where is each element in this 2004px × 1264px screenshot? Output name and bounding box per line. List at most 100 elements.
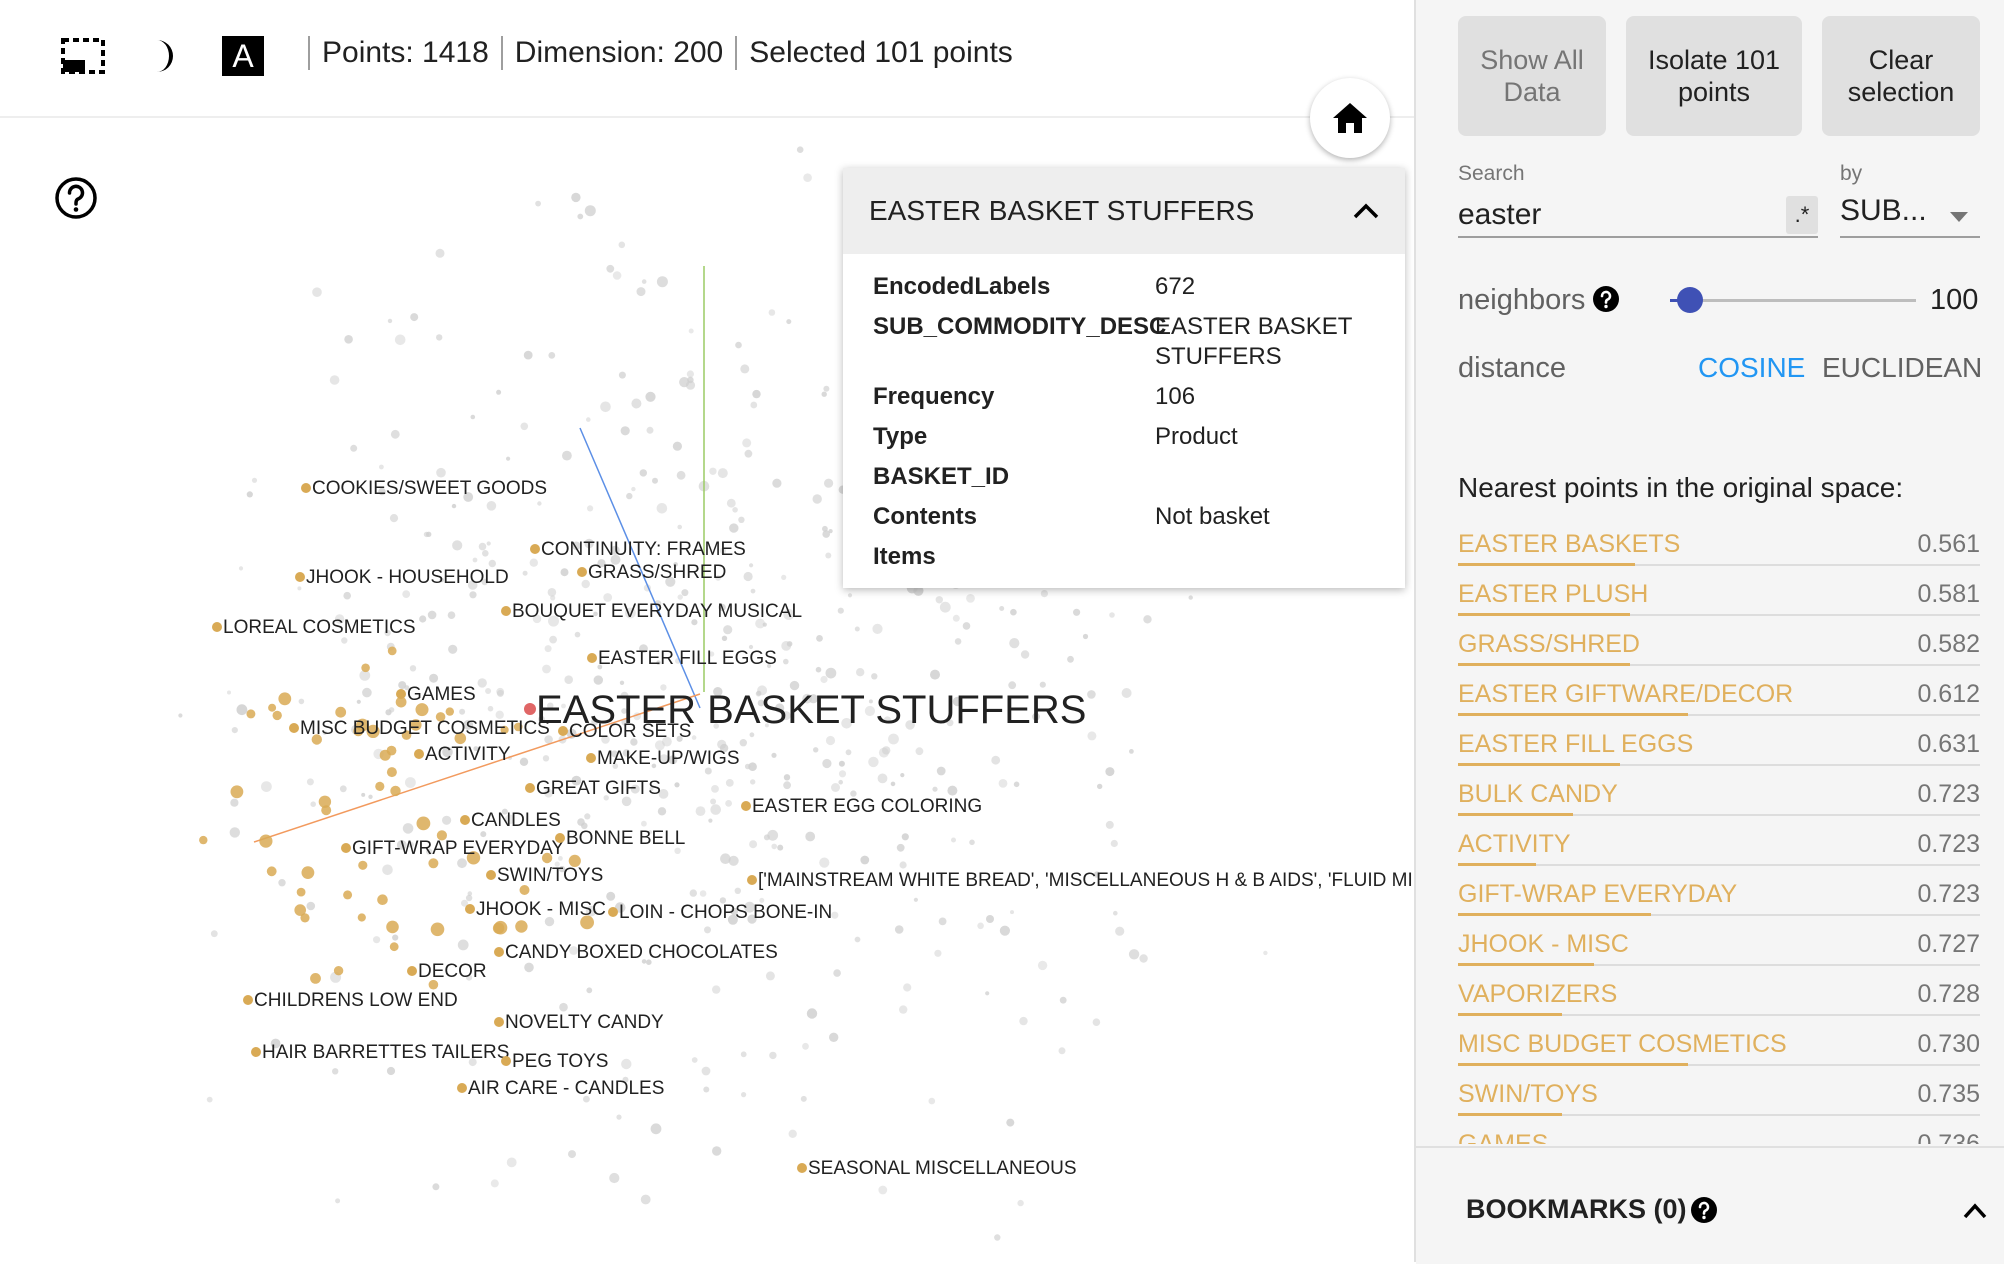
nearest-point-item[interactable]: GAMES 0.736 bbox=[1458, 1122, 1980, 1144]
nearest-point-label[interactable]: BULK CANDY bbox=[1458, 780, 1618, 809]
selected-point[interactable] bbox=[389, 942, 399, 952]
labelled-point[interactable] bbox=[396, 689, 406, 699]
clear-selection-button[interactable]: Clear selection bbox=[1822, 16, 1980, 136]
selected-point[interactable] bbox=[445, 707, 454, 716]
nearest-point-item[interactable]: JHOOK - MISC 0.727 bbox=[1458, 922, 1980, 972]
selected-point[interactable] bbox=[333, 966, 344, 976]
labelled-point[interactable] bbox=[741, 801, 751, 811]
search-by-select[interactable]: SUB... bbox=[1840, 194, 1980, 238]
labelled-point[interactable] bbox=[525, 783, 535, 793]
labelled-point[interactable] bbox=[797, 1163, 807, 1173]
selected-point[interactable] bbox=[343, 890, 353, 900]
nearest-point-label[interactable]: EASTER PLUSH bbox=[1458, 580, 1648, 609]
labelled-point[interactable] bbox=[407, 966, 417, 976]
selected-point[interactable] bbox=[259, 834, 273, 848]
nearest-point-label[interactable]: JHOOK - MISC bbox=[1458, 930, 1629, 959]
labelled-point[interactable] bbox=[251, 1047, 261, 1057]
selected-point[interactable] bbox=[296, 887, 306, 897]
selected-point[interactable] bbox=[515, 920, 528, 933]
help-icon[interactable] bbox=[54, 176, 98, 220]
search-input[interactable] bbox=[1458, 194, 1818, 238]
focus-point[interactable] bbox=[524, 703, 536, 715]
labelled-point[interactable] bbox=[243, 995, 253, 1005]
selected-point[interactable] bbox=[278, 692, 292, 706]
selected-point[interactable] bbox=[300, 913, 310, 923]
isolate-points-button[interactable]: Isolate 101 points bbox=[1626, 16, 1802, 136]
nearest-point-label[interactable]: EASTER BASKETS bbox=[1458, 530, 1680, 559]
label-toggle-icon[interactable]: A bbox=[220, 35, 266, 77]
selected-point[interactable] bbox=[230, 785, 244, 799]
nearest-point-item[interactable]: EASTER FILL EGGS 0.631 bbox=[1458, 722, 1980, 772]
nearest-point-item[interactable]: GRASS/SHRED 0.582 bbox=[1458, 622, 1980, 672]
rectangle-selection-icon[interactable] bbox=[60, 35, 106, 77]
selected-point[interactable] bbox=[246, 709, 256, 719]
labelled-point[interactable] bbox=[555, 833, 565, 843]
selected-point[interactable] bbox=[301, 866, 315, 879]
chevron-up-icon[interactable] bbox=[1960, 1196, 1990, 1226]
home-button[interactable] bbox=[1310, 78, 1390, 158]
labelled-point[interactable] bbox=[414, 749, 424, 759]
projector-canvas-area[interactable]: COOKIES/SWEET GOODS CONTINUITY: FRAMES GRA… bbox=[0, 0, 1414, 1262]
labelled-point[interactable] bbox=[577, 567, 587, 577]
nearest-point-item[interactable]: GIFT-WRAP EVERYDAY 0.723 bbox=[1458, 872, 1980, 922]
labelled-point[interactable] bbox=[301, 483, 311, 493]
nearest-point-item[interactable]: SWIN/TOYS 0.735 bbox=[1458, 1072, 1980, 1122]
selected-point[interactable] bbox=[357, 913, 366, 922]
nearest-point-item[interactable]: ACTIVITY 0.723 bbox=[1458, 822, 1980, 872]
labelled-point[interactable] bbox=[341, 843, 351, 853]
nearest-point-label[interactable]: EASTER FILL EGGS bbox=[1458, 730, 1693, 759]
selected-point[interactable] bbox=[310, 973, 321, 984]
selected-point[interactable] bbox=[390, 785, 401, 797]
selected-point[interactable] bbox=[361, 663, 370, 673]
selected-point[interactable] bbox=[428, 858, 439, 869]
labelled-point[interactable] bbox=[295, 572, 305, 582]
labelled-point[interactable] bbox=[587, 653, 597, 663]
distance-euclidean-option[interactable]: EUCLIDEAN bbox=[1822, 352, 1982, 384]
help-icon[interactable] bbox=[1592, 285, 1620, 313]
nearest-point-label[interactable]: ACTIVITY bbox=[1458, 830, 1571, 859]
selected-point[interactable] bbox=[430, 922, 445, 937]
nearest-point-item[interactable]: EASTER GIFTWARE/DECOR 0.612 bbox=[1458, 672, 1980, 722]
nearest-point-item[interactable]: VAPORIZERS 0.728 bbox=[1458, 972, 1980, 1022]
nearest-point-label[interactable]: VAPORIZERS bbox=[1458, 980, 1617, 1009]
selected-point[interactable] bbox=[519, 885, 530, 895]
selected-point[interactable] bbox=[358, 860, 368, 870]
labelled-point[interactable] bbox=[465, 904, 475, 914]
labelled-point[interactable] bbox=[486, 870, 496, 880]
labelled-point[interactable] bbox=[608, 907, 618, 917]
labelled-point[interactable] bbox=[530, 544, 540, 554]
selected-point[interactable] bbox=[321, 805, 332, 816]
night-mode-icon[interactable] bbox=[140, 35, 186, 77]
selected-point[interactable] bbox=[386, 767, 397, 778]
selected-point[interactable] bbox=[387, 646, 397, 656]
selected-point[interactable] bbox=[493, 920, 508, 935]
nearest-point-label[interactable]: EASTER GIFTWARE/DECOR bbox=[1458, 680, 1793, 709]
nearest-point-item[interactable]: EASTER PLUSH 0.581 bbox=[1458, 572, 1980, 622]
labelled-point[interactable] bbox=[747, 875, 757, 885]
labelled-point[interactable] bbox=[460, 815, 470, 825]
neighbors-slider[interactable] bbox=[1670, 287, 1916, 313]
nearest-point-item[interactable]: BULK CANDY 0.723 bbox=[1458, 772, 1980, 822]
selected-point[interactable] bbox=[268, 703, 277, 712]
nearest-point-label[interactable]: GAMES bbox=[1458, 1130, 1548, 1144]
show-all-data-button[interactable]: Show All Data bbox=[1458, 16, 1606, 136]
nearest-point-label[interactable]: SWIN/TOYS bbox=[1458, 1080, 1598, 1109]
selected-point[interactable] bbox=[272, 710, 282, 721]
regex-toggle[interactable]: .* bbox=[1786, 196, 1818, 234]
labelled-point[interactable] bbox=[457, 1083, 467, 1093]
selected-point[interactable] bbox=[377, 894, 388, 905]
selected-point[interactable] bbox=[375, 781, 385, 792]
labelled-point[interactable] bbox=[494, 947, 504, 957]
nearest-point-item[interactable]: MISC BUDGET COSMETICS 0.730 bbox=[1458, 1022, 1980, 1072]
selected-point[interactable] bbox=[335, 706, 347, 718]
selected-point[interactable] bbox=[199, 835, 208, 845]
info-card-header[interactable]: EASTER BASKET STUFFERS bbox=[843, 168, 1405, 254]
labelled-point[interactable] bbox=[289, 723, 299, 733]
selected-point[interactable] bbox=[415, 703, 429, 717]
distance-cosine-option[interactable]: COSINE bbox=[1698, 352, 1805, 384]
labelled-point[interactable] bbox=[501, 1056, 511, 1066]
bookmarks-bar[interactable]: BOOKMARKS (0) bbox=[1416, 1146, 2004, 1264]
selected-point[interactable] bbox=[379, 749, 391, 761]
chevron-up-icon[interactable] bbox=[1353, 203, 1379, 219]
nearest-point-label[interactable]: MISC BUDGET COSMETICS bbox=[1458, 1030, 1787, 1059]
